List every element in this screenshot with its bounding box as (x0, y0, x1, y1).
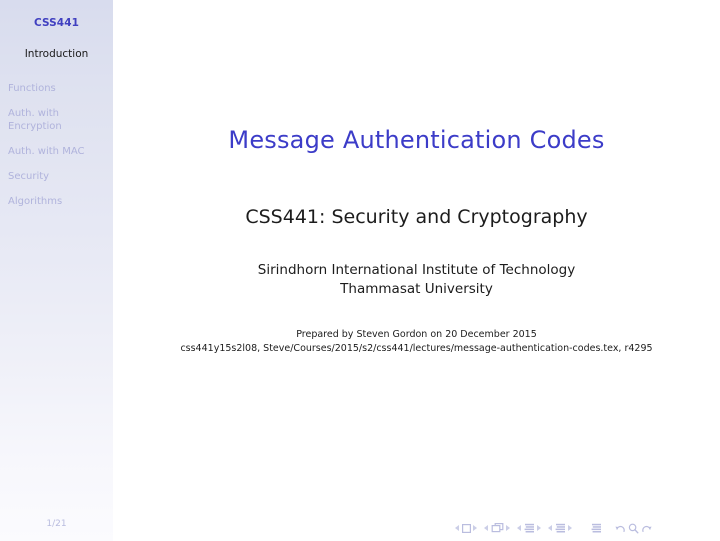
previous-subsection-icon[interactable] (517, 525, 521, 531)
magnifier-icon[interactable] (628, 523, 639, 534)
sidebar-item-functions[interactable]: Functions (0, 82, 113, 95)
previous-section-icon[interactable] (548, 525, 552, 531)
forward-arrow-icon[interactable] (641, 523, 652, 534)
sidebar-item-auth-with-mac[interactable]: Auth. with MAC (0, 145, 113, 158)
sidebar-item-introduction[interactable]: Introduction (0, 48, 113, 60)
institute-line-1: Sirindhorn International Institute of Te… (257, 262, 576, 278)
sidebar-item-auth-with-encryption[interactable]: Auth. with Encryption (0, 107, 113, 133)
history-navigation-group[interactable] (614, 523, 653, 534)
slide-navigation-group[interactable] (455, 523, 477, 533)
next-section-icon[interactable] (568, 525, 572, 531)
sidebar: CSS441 Introduction Functions Auth. with… (0, 0, 113, 541)
section-navigation-group[interactable] (548, 523, 572, 534)
sidebar-item-security[interactable]: Security (0, 170, 113, 183)
slide-subtitle: CSS441: Security and Cryptography (245, 206, 588, 228)
back-arrow-icon[interactable] (615, 523, 626, 534)
document-icon[interactable] (591, 523, 602, 534)
previous-slide-icon[interactable] (455, 525, 459, 531)
subsection-icon[interactable] (524, 523, 535, 534)
sidebar-course-title: CSS441 (33, 17, 80, 29)
page-number-indicator: 1/21 (46, 519, 67, 529)
sidebar-section-list: Functions Auth. with Encryption Auth. wi… (0, 82, 113, 208)
prepared-by-text: Prepared by Steven Gordon on 20 December… (296, 329, 537, 340)
source-file-text: css441y15s2l08, Steve/Courses/2015/s2/cs… (180, 343, 653, 354)
slide-content: Message Authentication Codes CSS441: Sec… (113, 0, 720, 541)
presentation-navigation-group[interactable] (591, 523, 602, 534)
next-slide-icon[interactable] (473, 525, 477, 531)
page-title: Message Authentication Codes (228, 126, 605, 154)
next-frame-icon[interactable] (506, 525, 510, 531)
beamer-slide: CSS441 Introduction Functions Auth. with… (0, 0, 720, 541)
subsection-navigation-group[interactable] (517, 523, 541, 534)
frame-navigation-group[interactable] (484, 522, 510, 534)
frames-icon[interactable] (491, 522, 504, 534)
section-icon[interactable] (555, 523, 566, 534)
institute-block: Sirindhorn International Institute of Te… (113, 261, 720, 299)
sidebar-item-algorithms[interactable]: Algorithms (0, 195, 113, 208)
beamer-navigation-bar[interactable] (455, 519, 705, 537)
square-icon[interactable] (461, 523, 471, 533)
institute-line-2: Thammasat University (340, 281, 493, 297)
previous-frame-icon[interactable] (484, 525, 488, 531)
next-subsection-icon[interactable] (537, 525, 541, 531)
